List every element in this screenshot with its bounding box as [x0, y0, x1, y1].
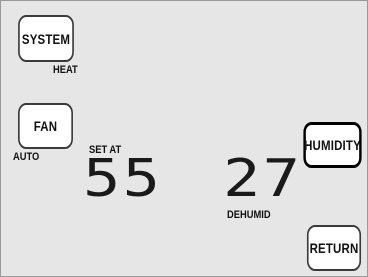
thermostat-screen: SYSTEM HEAT FAN AUTO SET AT 55 27 DEHUMI…	[0, 0, 368, 277]
fan-button[interactable]: FAN	[18, 103, 73, 149]
humidity-display: 27	[223, 148, 303, 209]
fan-button-label: FAN	[33, 118, 58, 134]
humidity-button[interactable]: HUMIDITY	[303, 122, 362, 168]
system-button[interactable]: SYSTEM	[18, 15, 74, 62]
system-button-label: SYSTEM	[21, 30, 71, 47]
system-mode-label: HEAT	[53, 64, 78, 76]
return-button[interactable]: RETURN	[306, 225, 362, 271]
humidity-button-label: HUMIDITY	[304, 137, 361, 153]
return-button-label: RETURN	[309, 240, 359, 256]
fan-mode-label: AUTO	[13, 151, 40, 163]
setpoint-display: 55	[83, 148, 163, 209]
dehumid-label: DEHUMID	[227, 209, 271, 221]
